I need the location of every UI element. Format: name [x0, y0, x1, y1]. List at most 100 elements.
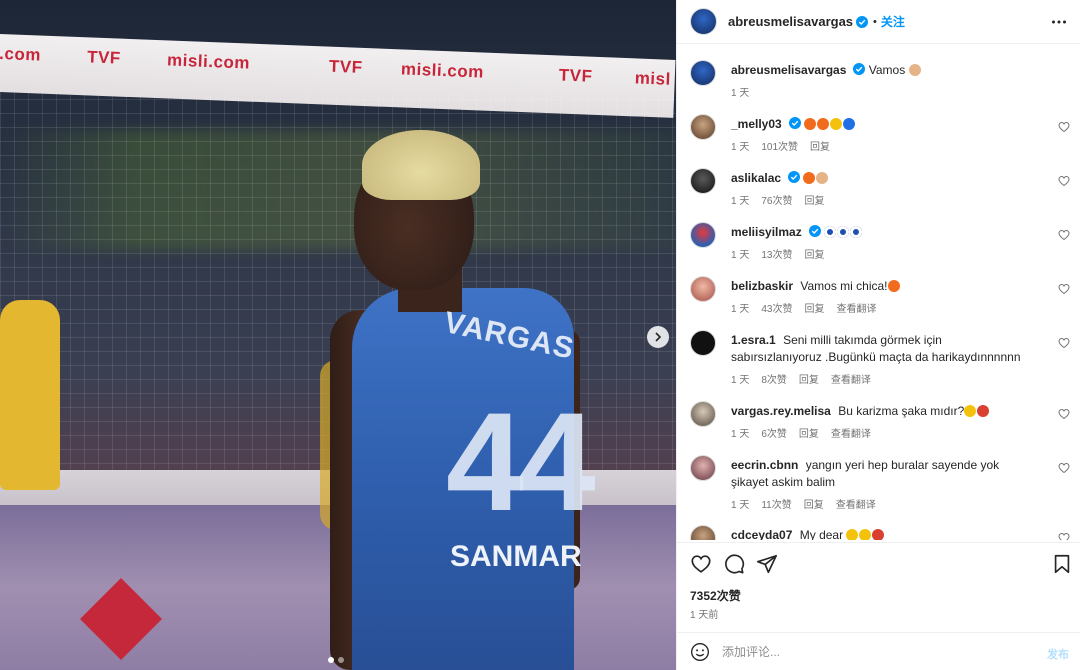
avatar[interactable] — [690, 60, 716, 86]
comment-text: Vamos mi chica! — [800, 279, 888, 293]
flexed-biceps-icon — [816, 172, 829, 184]
avatar[interactable] — [690, 222, 716, 248]
comment-text: My dear — [799, 528, 844, 540]
fire-icon — [804, 118, 817, 130]
avatar[interactable] — [690, 8, 717, 35]
comment-text: Bu karizma şaka mıdır? — [838, 404, 965, 418]
verified-badge-icon — [788, 117, 801, 129]
avatar[interactable] — [690, 401, 716, 427]
comment-likes[interactable]: 43次赞 — [761, 301, 792, 318]
comment-time: 1 天 — [731, 500, 750, 511]
comment-likes[interactable]: 13次赞 — [761, 247, 792, 264]
flexed-biceps-icon — [908, 64, 921, 76]
reply-button[interactable]: 回复 — [804, 497, 824, 514]
avatar[interactable] — [690, 330, 716, 356]
comment-likes[interactable]: 11次赞 — [761, 497, 791, 514]
banner-text: TVF — [86, 47, 122, 68]
like-heart-icon[interactable] — [690, 553, 712, 575]
post-details-panel: abreusmelisavargas • 关注 abreusmelisavarg… — [676, 0, 1080, 670]
verified-badge-icon — [788, 171, 801, 183]
avatar[interactable] — [690, 525, 716, 540]
comment-username[interactable]: _melly03 — [731, 117, 782, 131]
comment-likes[interactable]: 101次赞 — [761, 139, 798, 156]
reply-button[interactable]: 回复 — [804, 193, 824, 210]
like-comment-heart-icon[interactable] — [1058, 532, 1070, 540]
like-comment-heart-icon[interactable] — [1058, 462, 1070, 474]
chili-icon — [977, 405, 990, 417]
see-translation-button[interactable]: 查看翻译 — [831, 372, 871, 389]
avatar[interactable] — [690, 276, 716, 302]
caption-text: Vamos — [868, 63, 906, 77]
see-translation-button[interactable]: 查看翻译 — [831, 426, 871, 443]
comment-likes[interactable]: 8次赞 — [761, 372, 787, 389]
comment-username[interactable]: meliisyilmaz — [731, 225, 802, 239]
reply-button[interactable]: 回复 — [810, 139, 830, 156]
banner-text: misli.com — [400, 59, 485, 82]
reply-button[interactable]: 回复 — [804, 301, 824, 318]
heart-eyes-face-icon — [859, 529, 872, 540]
comment-time: 1 天 — [731, 429, 750, 440]
post-time: 1 天前 — [690, 610, 719, 621]
post-comment-button[interactable]: 发布 — [1047, 646, 1069, 662]
comment-time: 1 天 — [731, 375, 750, 386]
comment-username[interactable]: aslikalac — [731, 171, 781, 185]
emoji-picker-icon[interactable] — [690, 642, 710, 662]
banner-text: TVF — [558, 65, 593, 86]
see-translation-button[interactable]: 查看翻译 — [836, 301, 876, 318]
banner-text: misl — [634, 68, 672, 89]
see-translation-button[interactable]: 查看翻译 — [836, 497, 876, 514]
avatar[interactable] — [690, 168, 716, 194]
banner-text: .com — [0, 43, 42, 65]
post-likes-count[interactable]: 7352次赞 — [690, 587, 741, 604]
comments-list[interactable]: abreusmelisavargas Vamos 1 天 _melly03 1 … — [677, 46, 1080, 540]
comment-composer: 发布 — [677, 632, 1080, 670]
nazar-amulet-icon — [850, 226, 863, 238]
carousel-indicator — [328, 657, 344, 663]
save-bookmark-icon[interactable] — [1051, 553, 1073, 575]
comment-username[interactable]: cdceyda07 — [731, 528, 792, 540]
post-actions: 7352次赞 1 天前 — [677, 542, 1080, 630]
like-comment-heart-icon[interactable] — [1058, 121, 1070, 133]
like-comment-heart-icon[interactable] — [1058, 175, 1070, 187]
avatar[interactable] — [690, 114, 716, 140]
share-icon[interactable] — [756, 553, 778, 575]
like-comment-heart-icon[interactable] — [1058, 229, 1070, 241]
carousel-next-button[interactable] — [647, 326, 669, 348]
comment-icon[interactable] — [723, 553, 745, 575]
fire-icon — [803, 172, 816, 184]
lightning-icon — [964, 405, 977, 417]
reply-button[interactable]: 回复 — [804, 247, 824, 264]
follow-button[interactable]: 关注 — [881, 13, 905, 30]
reply-button[interactable]: 回复 — [799, 372, 819, 389]
post-header: abreusmelisavargas • 关注 — [677, 0, 1080, 44]
carousel-dot — [338, 657, 344, 663]
comment-time: 1 天 — [731, 142, 750, 153]
caption-time: 1 天 — [731, 88, 750, 99]
header-username[interactable]: abreusmelisavargas — [728, 14, 853, 29]
reply-button[interactable]: 回复 — [799, 426, 819, 443]
fire-icon — [817, 118, 830, 130]
banner-text: TVF — [328, 56, 363, 77]
post-photo[interactable]: .com TVF misli.com TVF misli.com TVF mis… — [0, 0, 676, 670]
like-comment-heart-icon[interactable] — [1058, 408, 1070, 420]
like-comment-heart-icon[interactable] — [1058, 283, 1070, 295]
comment-input[interactable] — [722, 642, 1012, 662]
chevron-right-icon — [655, 332, 662, 342]
more-options-icon[interactable] — [1051, 15, 1067, 29]
comment-username[interactable]: vargas.rey.melisa — [731, 404, 831, 418]
like-comment-heart-icon[interactable] — [1058, 337, 1070, 349]
comment-time: 1 天 — [731, 196, 750, 207]
fire-icon — [887, 280, 900, 292]
verified-badge-icon — [853, 63, 866, 75]
yellow-heart-icon — [830, 118, 843, 130]
comment-username[interactable]: 1.esra.1 — [731, 333, 776, 347]
comment-time: 1 天 — [731, 304, 750, 315]
comment-likes[interactable]: 76次赞 — [761, 193, 792, 210]
comment-likes[interactable]: 6次赞 — [761, 426, 787, 443]
verified-badge-icon — [856, 15, 869, 28]
smiling-face-icon — [846, 529, 859, 540]
comment-username[interactable]: eecrin.cbnn — [731, 458, 798, 472]
caption-username[interactable]: abreusmelisavargas — [731, 63, 846, 77]
avatar[interactable] — [690, 455, 716, 481]
comment-username[interactable]: belizbaskir — [731, 279, 793, 293]
